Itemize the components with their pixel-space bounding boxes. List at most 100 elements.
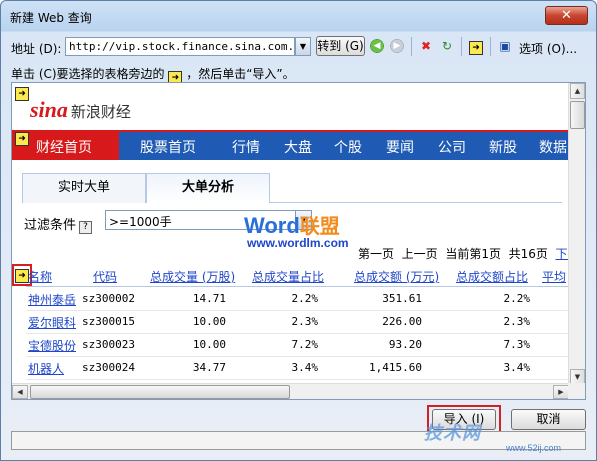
nav-item-ipo[interactable]: 新股 <box>489 137 517 157</box>
horizontal-scrollbar[interactable]: ◀ ▶ <box>12 383 569 399</box>
volume-share: 2.3% <box>291 315 319 328</box>
amount-share: 2.2% <box>503 292 531 305</box>
forward-icon[interactable]: ▶ <box>389 38 405 54</box>
volume-share: 7.2% <box>291 338 319 351</box>
amount-share: 3.4% <box>503 361 531 374</box>
stop-icon[interactable]: ✖ <box>418 38 434 54</box>
column-header-code[interactable]: 代码 <box>93 268 117 285</box>
nav-item-market[interactable]: 大盘 <box>284 137 312 157</box>
nav-item-stocks-home[interactable]: 股票首页 <box>140 137 196 157</box>
volume: 10.00 <box>192 315 226 328</box>
goto-button[interactable]: 转到 (G) <box>316 36 365 56</box>
toolbar-separator <box>411 37 412 56</box>
volume: 10.00 <box>192 338 226 351</box>
wordlm-watermark: Word联盟 www.wordlm.com <box>244 213 349 250</box>
amount: 1,415.60 <box>369 361 422 374</box>
stock-code: sz300023 <box>82 338 135 351</box>
pager-first[interactable]: 第一页 <box>358 247 394 261</box>
scroll-up-icon[interactable]: ▲ <box>570 83 585 99</box>
site-nav-bar: 财经首页 股票首页 行情 大盘 个股 要闻 公司 新股 数据 <box>12 130 569 160</box>
stock-name-link[interactable]: 宝德股份 <box>28 337 76 354</box>
instruction-after: ，然后单击“导入”。 <box>186 67 295 81</box>
instruction-before: 单击 (C)要选择的表格旁边的 <box>11 67 165 81</box>
filter-value: >=1000手 <box>109 215 172 229</box>
pager-next[interactable]: 下一 <box>556 247 569 261</box>
column-header-volume-share[interactable]: 总成交量占比 <box>252 268 324 285</box>
pager: 第一页 上一页 当前第1页 共16页 下一 <box>358 245 569 262</box>
back-icon[interactable]: ◀ <box>369 38 385 54</box>
column-header-amount-share[interactable]: 总成交额占比 <box>456 268 528 285</box>
nav-item-quotes[interactable]: 行情 <box>232 137 260 157</box>
toolbar-separator <box>490 37 491 56</box>
refresh-icon[interactable]: ↻ <box>439 38 455 54</box>
options-button[interactable]: 选项 (O)... <box>519 40 577 57</box>
new-web-query-dialog: 新建 Web 查询 ✕ 地址 (D): http://vip.stock.fin… <box>0 0 597 461</box>
amount: 351.61 <box>382 292 422 305</box>
filter-label: 过滤条件? <box>24 214 93 234</box>
pager-total: 共16页 <box>508 247 548 261</box>
horizontal-scroll-thumb[interactable] <box>30 385 290 399</box>
status-bar <box>11 431 586 450</box>
address-input[interactable]: http://vip.stock.finance.sina.com.cn <box>65 37 295 56</box>
window-title: 新建 Web 查询 <box>10 11 92 25</box>
stock-name-link[interactable]: 爱尔眼科 <box>28 314 76 331</box>
address-dropdown-icon[interactable]: ▼ <box>295 37 311 56</box>
address-label: 地址 (D): <box>11 42 62 56</box>
column-header-volume[interactable]: 总成交量 (万股) <box>150 268 235 285</box>
volume: 34.77 <box>192 361 226 374</box>
toolbar-separator <box>461 37 462 56</box>
select-table-arrow-icon[interactable]: ➜ <box>12 264 32 286</box>
nav-item-finance-home[interactable]: 财经首页 <box>36 137 92 157</box>
pager-current: 当前第1页 <box>445 247 501 261</box>
tab-realtime-big-orders[interactable]: 实时大单 <box>22 173 146 203</box>
table-row: 宝德股份 sz300023 10.00 7.2% 93.20 7.3% <box>26 334 569 357</box>
stock-code: sz300015 <box>82 315 135 328</box>
sina-logo-name: 新浪财经 <box>70 103 131 121</box>
sina-logo-mark: sina <box>30 97 68 122</box>
table-row: 爱尔眼科 sz300015 10.00 2.3% 226.00 2.3% <box>26 311 569 334</box>
site-watermark-url: www.52ij.com <box>506 443 562 453</box>
column-header-average[interactable]: 平均 <box>542 268 566 285</box>
amount: 93.20 <box>388 338 422 351</box>
close-button[interactable]: ✕ <box>545 6 588 25</box>
scroll-right-icon[interactable]: ▶ <box>553 385 569 399</box>
volume-share: 3.4% <box>291 361 319 374</box>
pager-prev[interactable]: 上一页 <box>402 247 438 261</box>
table-row: 神州泰岳 sz300002 14.71 2.2% 351.61 2.2% <box>26 288 569 311</box>
table-header-divider <box>26 286 569 287</box>
save-query-icon[interactable]: ▣ <box>497 38 513 54</box>
stock-code: sz300002 <box>82 292 135 305</box>
stock-name-link[interactable]: 机器人 <box>28 360 64 377</box>
scroll-left-icon[interactable]: ◀ <box>12 385 28 399</box>
scrollbar-corner <box>568 383 585 399</box>
vertical-scrollbar[interactable]: ▲ ▼ <box>568 83 585 385</box>
cancel-button[interactable]: 取消 <box>511 409 586 430</box>
stock-name-link[interactable]: 神州泰岳 <box>28 291 76 308</box>
nav-item-individual-stock[interactable]: 个股 <box>334 137 362 157</box>
table-row: 机器人 sz300024 34.77 3.4% 1,415.60 3.4% <box>26 357 569 380</box>
amount-share: 2.3% <box>503 315 531 328</box>
amount: 226.00 <box>382 315 422 328</box>
nav-item-data[interactable]: 数据 <box>539 137 567 157</box>
volume-share: 2.2% <box>291 292 319 305</box>
vertical-scroll-thumb[interactable] <box>570 101 585 129</box>
sina-finance-logo: sina 新浪财经 <box>30 97 131 123</box>
site-watermark-logo: 技术网 <box>424 423 481 443</box>
help-icon[interactable]: ? <box>79 221 93 234</box>
nav-item-company[interactable]: 公司 <box>438 137 466 157</box>
web-page: ➜ sina 新浪财经 财经首页 股票首页 行情 大盘 个股 要闻 公司 新股 数… <box>12 83 569 385</box>
nav-item-news[interactable]: 要闻 <box>386 137 414 157</box>
tab-big-order-analysis[interactable]: 大单分析 <box>146 173 270 203</box>
stock-code: sz300024 <box>82 361 135 374</box>
column-header-name[interactable]: 名称 <box>28 268 52 285</box>
web-preview-pane: ➜ sina 新浪财经 财经首页 股票首页 行情 大盘 个股 要闻 公司 新股 数… <box>11 82 586 400</box>
select-table-arrow-icon[interactable]: ➜ <box>15 85 29 101</box>
volume: 14.71 <box>192 292 226 305</box>
tab-strip: 实时大单 大单分析 <box>22 173 562 203</box>
address-toolbar: 地址 (D): http://vip.stock.finance.sina.co… <box>11 36 591 57</box>
select-table-arrow-icon[interactable]: ➜ <box>15 130 29 146</box>
title-bar[interactable]: 新建 Web 查询 ✕ <box>1 1 596 31</box>
amount-share: 7.3% <box>503 338 531 351</box>
column-header-amount[interactable]: 总成交额 (万元) <box>354 268 439 285</box>
hide-icons-icon[interactable]: ➜ <box>468 38 484 55</box>
